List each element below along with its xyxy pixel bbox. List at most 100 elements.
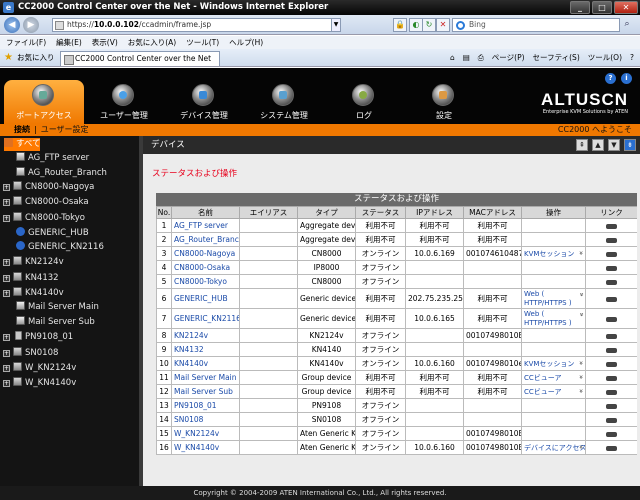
tree-item[interactable]: Mail Server Main <box>16 301 99 314</box>
link-icon[interactable] <box>606 223 617 229</box>
link-icon[interactable] <box>606 403 617 409</box>
home-icon[interactable]: ⌂ <box>450 52 455 64</box>
link-cell[interactable] <box>585 412 637 427</box>
search-input[interactable]: Bing <box>452 18 620 32</box>
chevron-down-icon[interactable]: » <box>577 360 585 364</box>
link-icon[interactable] <box>606 361 617 367</box>
refresh-icon[interactable]: ↻ <box>422 18 436 32</box>
expand-icon[interactable]: + <box>3 184 10 191</box>
favorites-button[interactable]: お気に入り <box>4 52 55 64</box>
move-up-icon[interactable]: ▲ <box>592 139 604 151</box>
link-cell[interactable] <box>585 274 637 289</box>
column-header[interactable]: ステータス <box>355 206 406 219</box>
tab-log[interactable]: ログ <box>324 80 404 124</box>
link-cell[interactable] <box>585 232 637 247</box>
device-name-link[interactable]: KN4132 <box>171 342 240 357</box>
link-icon[interactable] <box>606 445 617 451</box>
tools-menu[interactable]: ツール(O) <box>588 52 622 64</box>
tree-item[interactable]: KN4132 <box>13 272 59 285</box>
url-dropdown-icon[interactable]: ▼ <box>331 18 341 32</box>
operation-link[interactable]: »デバイスにアクセスする <box>521 440 586 455</box>
expand-icon[interactable]: + <box>3 290 10 297</box>
device-name-link[interactable]: W_KN2124v <box>171 426 240 441</box>
compatibility-icon[interactable]: ◐ <box>409 18 423 32</box>
link-cell[interactable] <box>585 308 637 329</box>
tab-device-management[interactable]: デバイス管理 <box>164 80 244 124</box>
device-name-link[interactable]: AG_FTP server <box>171 218 240 233</box>
column-header[interactable]: リンク <box>585 206 637 219</box>
link-cell[interactable] <box>585 440 637 455</box>
expand-icon[interactable]: + <box>3 350 10 357</box>
operation-link[interactable]: » KVMセッション <box>521 356 586 371</box>
link-icon[interactable] <box>606 417 617 423</box>
minimize-button[interactable]: _ <box>570 1 590 14</box>
link-icon[interactable] <box>606 389 617 395</box>
link-cell[interactable] <box>585 260 637 275</box>
link-cell[interactable] <box>585 370 637 385</box>
device-name-link[interactable]: GENERIC_HUB <box>171 288 240 309</box>
link-icon[interactable] <box>606 347 617 353</box>
tree-item[interactable]: AG_FTP server <box>16 152 89 165</box>
link-cell[interactable] <box>585 288 637 309</box>
tree-item[interactable]: Mail Server Sub <box>16 316 95 329</box>
device-name-link[interactable]: AG_Router_Branch <box>171 232 240 247</box>
link-cell[interactable] <box>585 426 637 441</box>
link-cell[interactable] <box>585 246 637 261</box>
link-icon[interactable] <box>606 333 617 339</box>
column-header[interactable]: エイリアス <box>239 206 298 219</box>
help-icon[interactable]: ? <box>630 52 634 64</box>
tree-item[interactable]: CN8000-Osaka <box>13 196 89 209</box>
device-name-link[interactable]: Mail Server Sub <box>171 384 240 399</box>
link-cell[interactable] <box>585 342 637 357</box>
tree-item[interactable]: AG_Router_Branch <box>16 167 107 180</box>
operation-link[interactable]: » KVMセッション <box>521 246 586 261</box>
url-input[interactable]: https://10.0.0.102/ccadmin/frame.jsp <box>52 18 332 32</box>
chevron-down-icon[interactable]: » <box>577 250 585 254</box>
search-icon[interactable]: ⌕ <box>620 18 634 32</box>
tab-user-management[interactable]: ユーザー管理 <box>84 80 164 124</box>
stop-icon[interactable]: ✕ <box>436 18 450 32</box>
help-icon[interactable]: ? <box>605 73 616 84</box>
device-name-link[interactable]: CN8000-Nagoya <box>171 246 240 261</box>
page-menu[interactable]: ページ(P) <box>492 52 525 64</box>
menu-edit[interactable]: 編集(E) <box>56 36 82 49</box>
tree-item-all[interactable]: すべて <box>4 138 41 151</box>
tree-item[interactable]: KN4140v <box>13 287 64 300</box>
chevron-down-icon[interactable]: » <box>577 444 585 448</box>
tab-port-access[interactable]: ポートアクセス <box>4 80 84 124</box>
link-icon[interactable] <box>606 316 617 322</box>
expand-icon[interactable]: + <box>3 380 10 387</box>
move-down-icon[interactable]: ▼ <box>608 139 620 151</box>
section-link[interactable]: ステータスおよび操作 <box>152 167 237 179</box>
link-icon[interactable] <box>606 251 617 257</box>
print-icon[interactable]: ⎙ <box>478 52 484 64</box>
certificate-icon[interactable]: 🔒 <box>393 18 407 32</box>
menu-favorites[interactable]: お気に入り(A) <box>128 36 176 49</box>
device-name-link[interactable]: Mail Server Main <box>171 370 240 385</box>
tree-item[interactable]: CN8000-Tokyo <box>13 212 85 225</box>
link-cell[interactable] <box>585 218 637 233</box>
device-name-link[interactable]: W_KN4140v <box>171 440 240 455</box>
device-name-link[interactable]: PN9108_01 <box>171 398 240 413</box>
tree-item[interactable]: GENERIC_HUB <box>16 227 89 240</box>
link-icon[interactable] <box>606 265 617 271</box>
expand-icon[interactable]: + <box>3 259 10 266</box>
move-top-icon[interactable]: ⇞ <box>576 139 588 151</box>
tab-system-management[interactable]: システム管理 <box>244 80 324 124</box>
info-icon[interactable]: i <box>621 73 632 84</box>
menu-file[interactable]: ファイル(F) <box>6 36 46 49</box>
link-icon[interactable] <box>606 375 617 381</box>
tree-item[interactable]: W_KN4140v <box>13 377 76 390</box>
link-icon[interactable] <box>606 296 617 302</box>
link-icon[interactable] <box>606 237 617 243</box>
column-header[interactable]: No. <box>156 206 172 219</box>
tree-item[interactable]: KN2124v <box>13 256 64 269</box>
column-header[interactable]: IPアドレス <box>405 206 464 219</box>
expand-icon[interactable]: + <box>3 365 10 372</box>
safety-menu[interactable]: セーフティ(S) <box>533 52 580 64</box>
device-name-link[interactable]: SN0108 <box>171 412 240 427</box>
tree-item[interactable]: GENERIC_KN2116 <box>16 241 104 254</box>
device-name-link[interactable]: CN8000-Osaka <box>171 260 240 275</box>
chevron-down-icon[interactable]: » <box>576 292 584 296</box>
operation-link[interactable]: » CCビューア <box>521 370 586 385</box>
